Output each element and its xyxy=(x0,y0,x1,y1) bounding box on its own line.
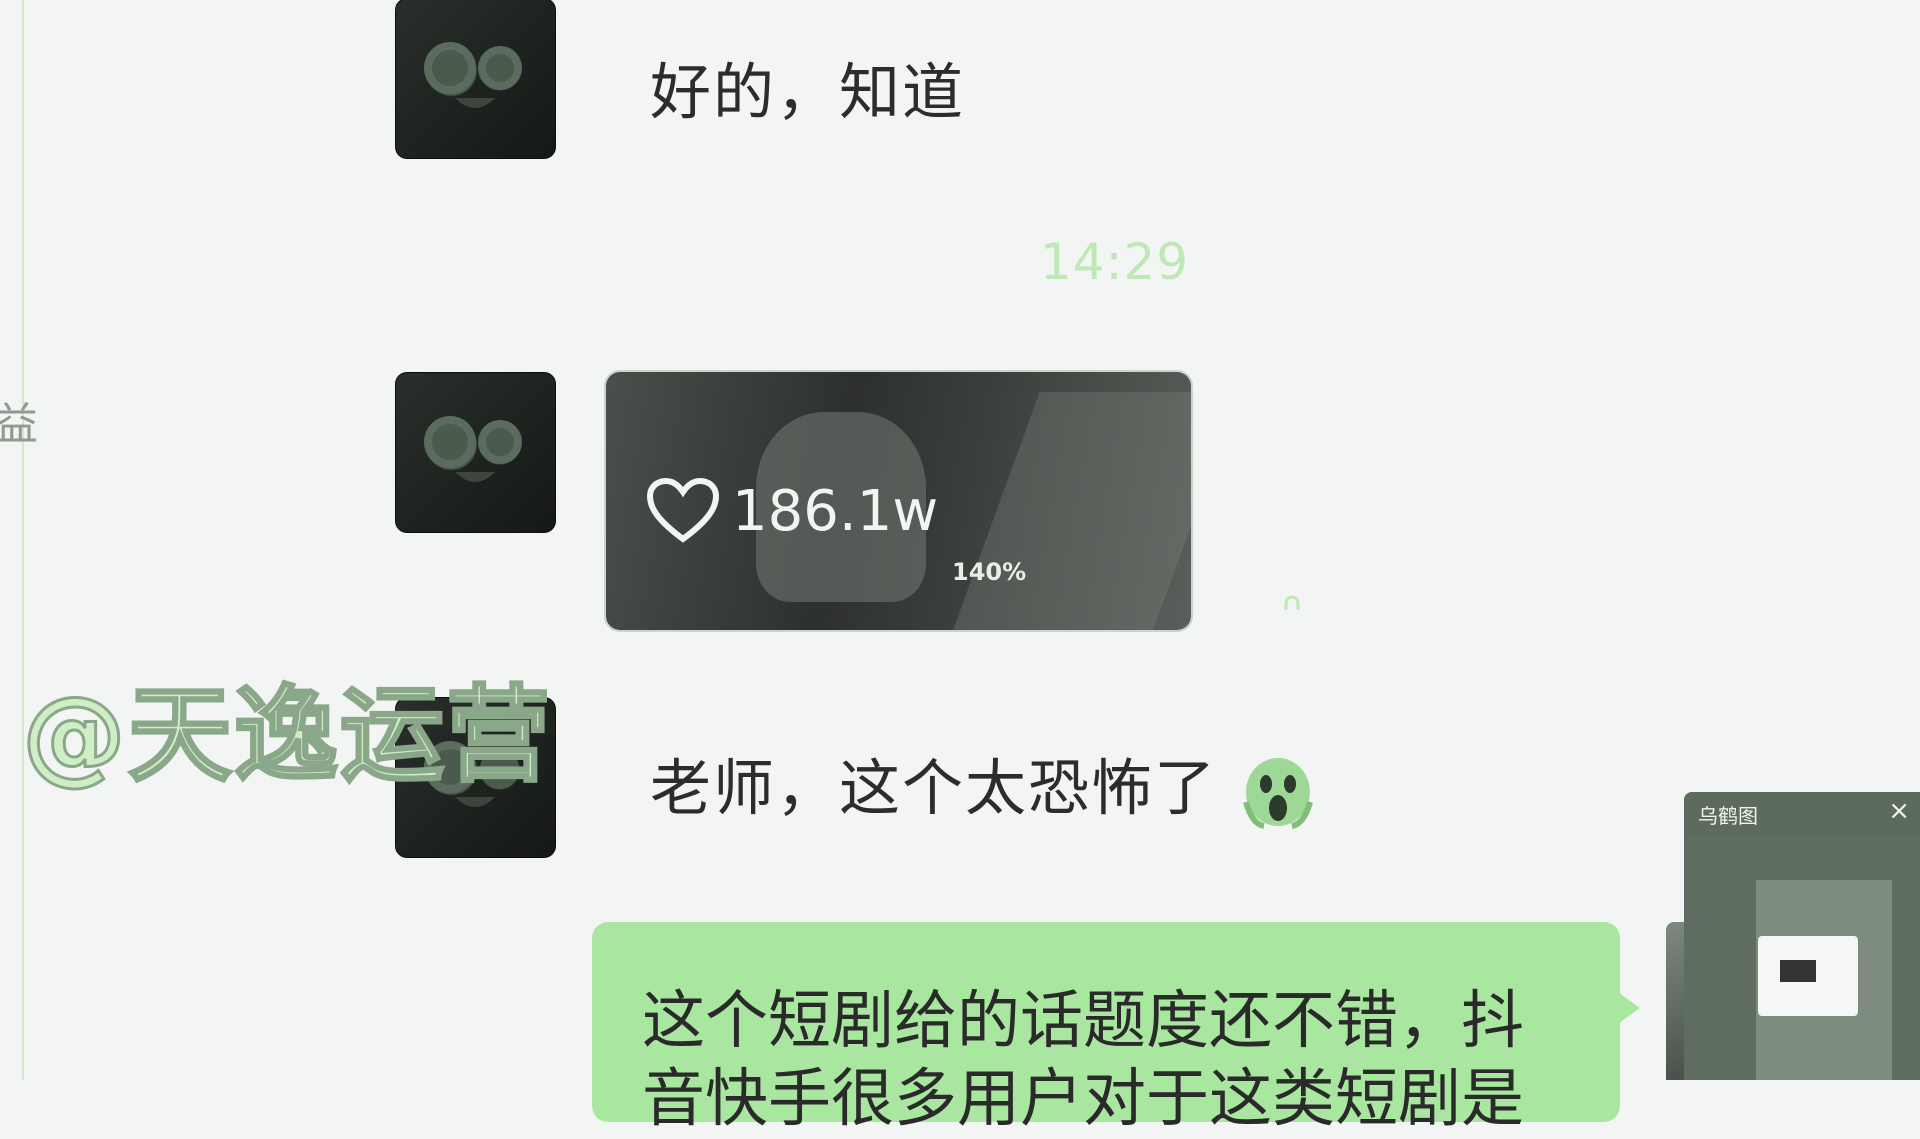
like-row: 186.1w xyxy=(646,477,938,545)
watermark: @天逸运营 xyxy=(20,673,553,798)
like-count: 186.1w xyxy=(732,478,939,544)
outgoing-text-line: 音快手很多用户对于这类短剧是 xyxy=(642,1062,1524,1135)
contact-avatar[interactable] xyxy=(395,0,556,159)
message-text-content: 老师，这个太恐怖了 xyxy=(650,753,1218,824)
mini-window-header: 乌鹤图 × xyxy=(1684,792,1920,836)
mini-window-body xyxy=(1684,836,1920,1080)
video-share-card[interactable]: 186.1w 140% xyxy=(606,372,1191,630)
zoom-label: 140% xyxy=(952,558,1027,586)
video-thumbnail-bg xyxy=(952,392,1191,630)
left-rail: 益 xyxy=(0,0,38,1080)
mini-window-card xyxy=(1758,936,1858,1016)
mini-window-title: 乌鹤图 xyxy=(1698,804,1758,828)
heart-icon xyxy=(646,477,720,543)
contact-avatar[interactable] xyxy=(395,372,556,533)
message-text: 老师，这个太恐怖了 xyxy=(650,738,1314,830)
message-text: 好的，知道 xyxy=(650,57,966,128)
message-timestamp: 14:29 xyxy=(1040,233,1190,291)
mini-window-card-image xyxy=(1780,960,1816,982)
outgoing-message-bubble[interactable]: 这个短剧给的话题度还不错，抖 音快手很多用户对于这类短剧是 xyxy=(592,922,1640,1135)
floating-mini-window[interactable]: 乌鹤图 × xyxy=(1684,792,1920,1080)
close-icon[interactable]: × xyxy=(1888,796,1910,826)
left-rail-glyph: 益 xyxy=(0,399,38,450)
sending-status-icon xyxy=(1284,595,1300,610)
scream-emoji-icon xyxy=(1243,758,1314,830)
